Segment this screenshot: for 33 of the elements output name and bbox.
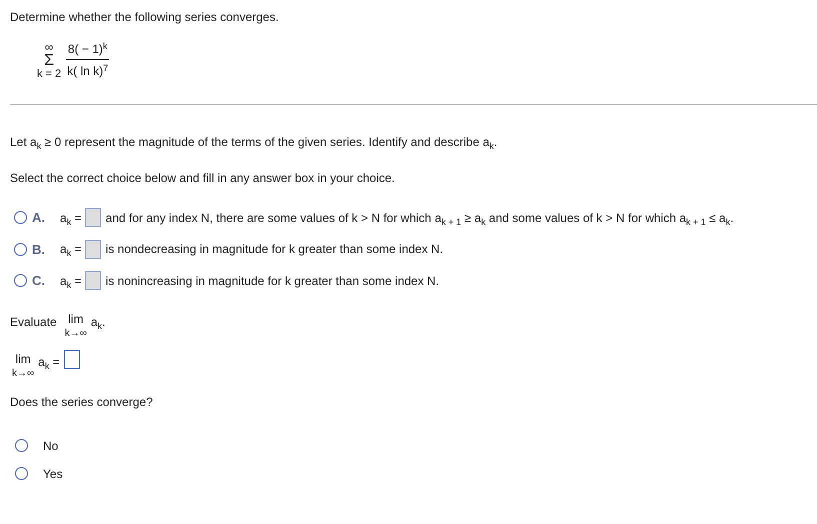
- prompt-text: Determine whether the following series converges.: [10, 9, 280, 26]
- choice-text: and for any index N, there are some values of k > N for which a$_{k + 1}$ ≥ a$_{k}$ and some values of k > N for which a$_{k + 1}$ ≤ a$_{k}$.: [106, 210, 734, 227]
- limit-expression: a$_{k}$.: [90, 314, 106, 330]
- fraction-denominator: k( ln k)$^{7}$: [66, 62, 110, 80]
- limit-subscript: k→∞: [12, 368, 34, 378]
- question-text: Does the series converge?: [10, 394, 154, 410]
- sigma-symbol: Σ: [44, 52, 54, 68]
- sum-lower-limit: k = 2: [37, 68, 62, 80]
- limit-subscript: k→∞: [64, 328, 87, 338]
- choice-letter: C.: [32, 272, 46, 290]
- radio-button[interactable]: [15, 439, 28, 452]
- choice-letter: A.: [32, 209, 46, 227]
- choice-text: is nondecreasing in magnitude for k greater than some index N.: [106, 241, 444, 258]
- sum-upper-limit: ∞: [44, 40, 54, 52]
- limit-expression: a$_{k}$ =: [38, 354, 60, 370]
- radio-button[interactable]: [15, 467, 28, 480]
- choice-text: is nonincreasing in magnitude for k greater than some index N.: [106, 272, 440, 290]
- evaluate-label: Evaluate: [10, 314, 57, 330]
- answer-box[interactable]: [64, 350, 80, 368]
- radio-button[interactable]: [14, 274, 27, 288]
- intro-text: Let a$_{k}$ ≥ 0 represent the magnitude of the terms of the given series. Identify and describe a$_{k}$.: [10, 134, 498, 151]
- radio-button[interactable]: [14, 211, 27, 224]
- choice-lhs: a$_{k}$ =: [60, 210, 82, 227]
- limit-operator: lim: [68, 312, 84, 324]
- choice-lhs: a$_{k}$ =: [60, 272, 82, 290]
- choice-lhs: a$_{k}$ =: [60, 241, 82, 258]
- radio-button[interactable]: [14, 242, 27, 256]
- option-label: Yes: [43, 466, 63, 482]
- limit-operator: lim: [15, 352, 31, 364]
- fraction-numerator: 8( − 1)$^{k}$: [66, 40, 110, 60]
- option-label: No: [43, 438, 58, 454]
- choice-letter: B.: [32, 240, 46, 258]
- instruction-text: Select the correct choice below and fill in any answer box in your choice.: [10, 170, 396, 187]
